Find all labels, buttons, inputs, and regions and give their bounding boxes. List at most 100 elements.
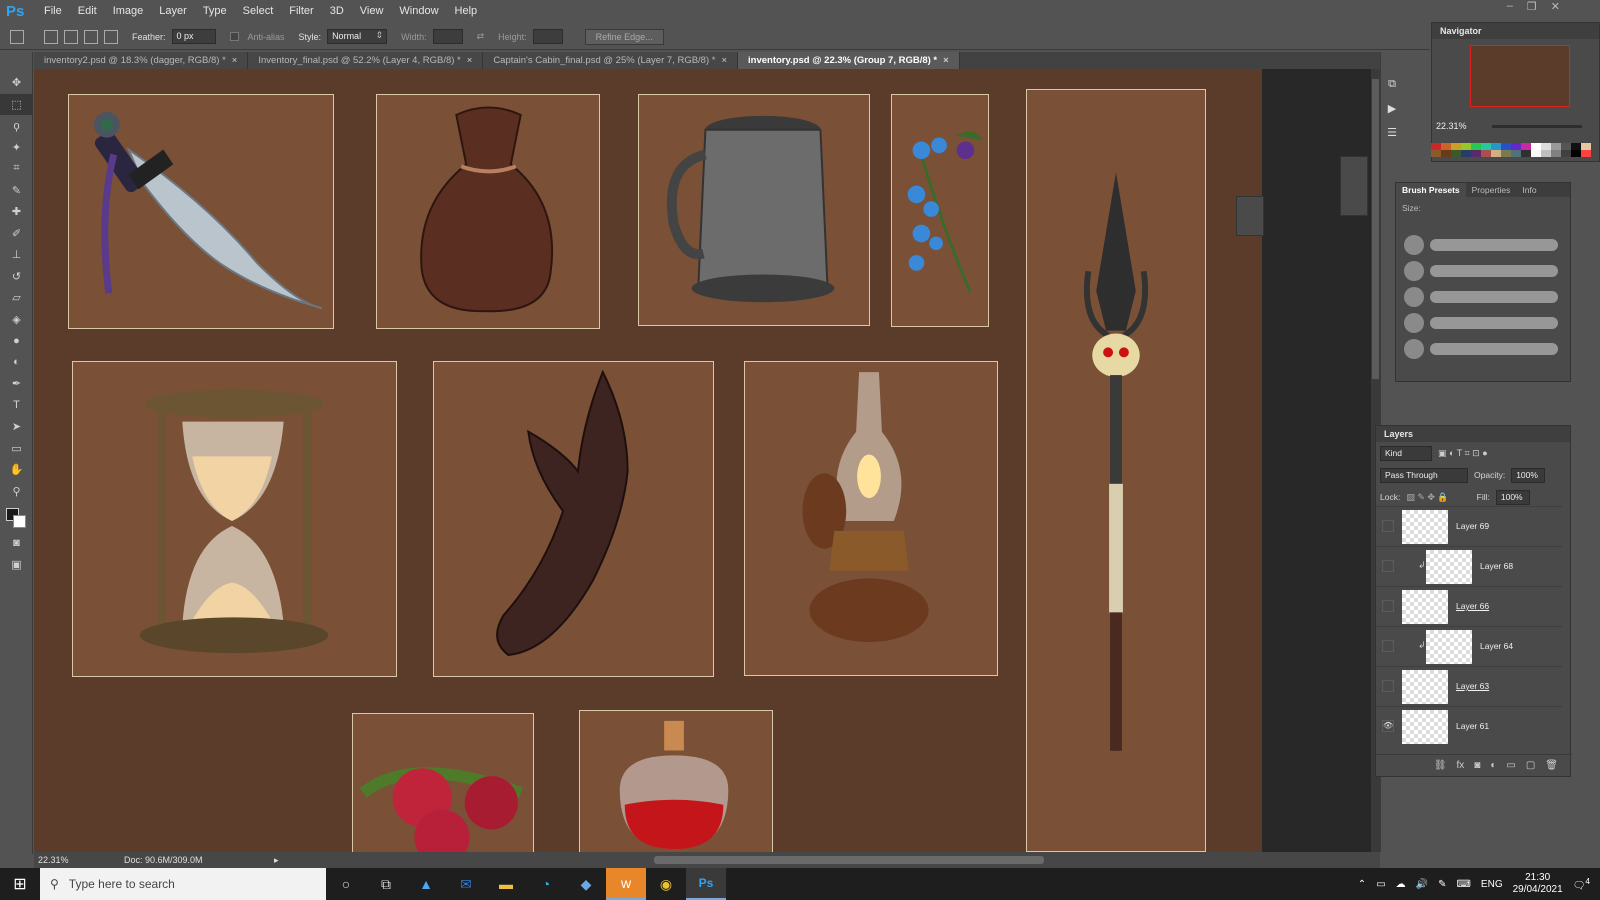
menu-file[interactable]: File <box>36 5 70 17</box>
close-icon[interactable]: ✕ <box>1551 0 1560 13</box>
menu-layer[interactable]: Layer <box>151 5 195 17</box>
layer-filter-kind[interactable]: Kind <box>1380 445 1432 461</box>
visibility-eye-icon[interactable] <box>1382 600 1394 612</box>
zoom-tool-icon[interactable]: ⚲ <box>0 481 33 503</box>
potion-card[interactable] <box>579 710 773 852</box>
marquee-tool-preset-icon[interactable] <box>10 29 24 44</box>
file-explorer-icon[interactable]: ▬ <box>486 868 526 900</box>
layer-name[interactable]: Layer 64 <box>1480 641 1513 651</box>
task-view-icon[interactable]: ⧉ <box>366 868 406 900</box>
blend-mode-select[interactable]: Pass Through <box>1380 467 1468 483</box>
brush-preset[interactable] <box>1400 337 1560 361</box>
minimize-icon[interactable]: – <box>1507 0 1513 13</box>
quick-mask-icon[interactable]: ◙ <box>0 532 33 554</box>
eyedropper-tool-icon[interactable]: ✎ <box>0 180 33 202</box>
layer-thumbnail[interactable] <box>1402 590 1448 624</box>
layer-thumbnail[interactable] <box>1426 550 1472 584</box>
volume-icon[interactable]: 🔊 <box>1416 879 1428 890</box>
navigator-preview[interactable] <box>1470 45 1570 107</box>
lock-icons[interactable]: ▨ ✎ ✥ 🔒 <box>1406 492 1448 503</box>
feather-input[interactable]: 0 px <box>171 29 216 44</box>
visibility-eye-icon[interactable] <box>1382 560 1394 572</box>
path-selection-tool-icon[interactable]: ➤ <box>0 416 33 438</box>
photoshop-taskbar-icon[interactable]: Ps <box>686 868 726 900</box>
actions-panel-icon[interactable]: ▶ <box>1381 96 1403 120</box>
brush-preset[interactable] <box>1400 233 1560 257</box>
layer-row[interactable]: ↲ Layer 68 <box>1376 546 1562 586</box>
tankard-card[interactable] <box>638 94 870 326</box>
history-panel-icon[interactable]: ⧉ <box>1381 72 1403 96</box>
chrome-icon[interactable]: ◉ <box>646 868 686 900</box>
canvas-area[interactable] <box>34 69 1380 852</box>
layer-style-icon[interactable]: fx <box>1457 760 1465 771</box>
intersect-selection-icon[interactable] <box>104 29 118 44</box>
new-selection-icon[interactable] <box>44 29 58 44</box>
close-tab-icon[interactable]: × <box>232 55 238 66</box>
close-tab-icon[interactable]: × <box>467 55 473 66</box>
raspberries-card[interactable] <box>352 713 534 852</box>
hand-tool-icon[interactable]: ✋ <box>0 459 33 481</box>
brush-preset[interactable] <box>1400 285 1560 309</box>
layer-row[interactable]: ↲ Layer 64 <box>1376 626 1562 666</box>
layer-name[interactable]: Layer 68 <box>1480 561 1513 571</box>
restore-icon[interactable]: ❐ <box>1527 0 1537 13</box>
menu-type[interactable]: Type <box>195 5 235 17</box>
color-swatches[interactable] <box>0 502 33 532</box>
brush-preset[interactable] <box>1400 259 1560 283</box>
glove-card[interactable] <box>433 361 714 677</box>
menu-window[interactable]: Window <box>391 5 446 17</box>
menu-image[interactable]: Image <box>105 5 152 17</box>
app-icon[interactable]: ▲ <box>406 868 446 900</box>
link-layers-icon[interactable]: ⛓ <box>1434 760 1447 771</box>
move-tool-icon[interactable]: ✥ <box>0 72 33 94</box>
visibility-eye-icon[interactable]: 👁 <box>1382 720 1394 732</box>
layer-name[interactable]: Layer 63 <box>1456 681 1489 691</box>
new-group-icon[interactable]: ▭ <box>1506 760 1515 771</box>
menu-view[interactable]: View <box>352 5 392 17</box>
layer-thumbnail[interactable] <box>1426 630 1472 664</box>
tab-inventory-final[interactable]: Inventory_final.psd @ 52.2% (Layer 4, RG… <box>248 52 484 69</box>
filter-icons[interactable]: ▣ ◐ T ⌗ ⊡ ● <box>1438 448 1488 459</box>
magic-wand-tool-icon[interactable]: ✦ <box>0 137 33 159</box>
menu-edit[interactable]: Edit <box>70 5 105 17</box>
layer-name[interactable]: Layer 69 <box>1456 521 1489 531</box>
marquee-tool-icon[interactable]: ⬚ <box>0 93 33 115</box>
background-color[interactable] <box>13 515 26 528</box>
layer-thumbnail[interactable] <box>1402 670 1448 704</box>
windows-start-icon[interactable]: ⊞ <box>0 868 40 900</box>
visibility-eye-icon[interactable] <box>1382 640 1394 652</box>
menu-filter[interactable]: Filter <box>281 5 321 17</box>
delete-layer-icon[interactable]: 🗑 <box>1545 760 1558 771</box>
edge-browser-icon[interactable]: ◔ <box>526 868 566 900</box>
mail-icon[interactable]: ✉ <box>446 868 486 900</box>
menu-select[interactable]: Select <box>235 5 282 17</box>
subtract-selection-icon[interactable] <box>84 29 98 44</box>
taskbar-search-box[interactable]: ⚲ Type here to search <box>40 868 326 900</box>
vertical-scroll-thumb[interactable] <box>1372 79 1379 379</box>
eraser-tool-icon[interactable]: ▱ <box>0 287 33 309</box>
history-brush-tool-icon[interactable]: ↺ <box>0 266 33 288</box>
style-select[interactable]: Normal <box>327 29 388 44</box>
tab-brush-presets[interactable]: Brush Presets <box>1396 183 1466 197</box>
notifications-icon[interactable]: 🗨4 <box>1573 876 1590 891</box>
crop-tool-icon[interactable]: ⌗ <box>0 158 33 180</box>
antialias-checkbox[interactable] <box>229 32 239 41</box>
layer-row[interactable]: Layer 63 <box>1376 666 1562 706</box>
visibility-eye-icon[interactable] <box>1382 680 1394 692</box>
healing-brush-tool-icon[interactable]: ✚ <box>0 201 33 223</box>
close-tab-icon[interactable]: × <box>721 55 727 66</box>
visibility-eye-icon[interactable] <box>1382 520 1394 532</box>
opacity-input[interactable]: 100% <box>1511 467 1546 483</box>
navigator-zoom[interactable]: 22.31% <box>1436 121 1467 131</box>
layer-row[interactable]: Layer 66 <box>1376 586 1562 626</box>
app2-icon[interactable]: ◆ <box>566 868 606 900</box>
pouch-card[interactable] <box>376 94 600 329</box>
screen-mode-icon[interactable]: ▣ <box>0 554 33 576</box>
rectangle-tool-icon[interactable]: ▭ <box>0 438 33 460</box>
add-mask-icon[interactable]: ◙ <box>1474 760 1480 771</box>
swap-icon[interactable]: ⇄ <box>477 31 485 42</box>
swatches-panel[interactable] <box>1431 143 1600 157</box>
document-canvas[interactable] <box>34 69 1262 852</box>
layer-thumbnail[interactable] <box>1402 510 1448 544</box>
wacom-icon[interactable]: w <box>606 868 646 900</box>
